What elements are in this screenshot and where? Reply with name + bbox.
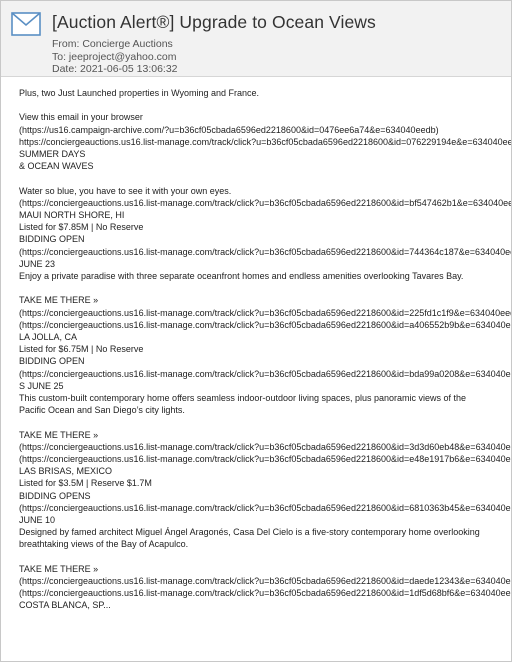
tracking-link[interactable]: (https://conciergeauctions.us16.list-man… <box>19 307 511 319</box>
tracking-link[interactable]: (https://conciergeauctions.us16.list-man… <box>19 319 511 331</box>
property-location: MAUI NORTH SHORE, HI <box>19 210 125 220</box>
bidding-status: BIDDING OPEN <box>19 356 85 367</box>
take-me-there-link[interactable]: TAKE ME THERE » <box>19 563 511 575</box>
tracking-link[interactable]: (https://conciergeauctions.us16.list-man… <box>19 453 511 465</box>
email-window: [Auction Alert®] Upgrade to Ocean Views … <box>0 0 512 662</box>
tracking-link[interactable]: (https://conciergeauctions.us16.list-man… <box>19 246 511 258</box>
property-description: This custom-built contemporary home offe… <box>19 393 467 416</box>
property-listed-price: Listed for $7.85M | No Reserve <box>19 222 144 233</box>
email-body: Plus, two Just Launched properties in Wy… <box>1 77 511 612</box>
property-location: LAS BRISAS, MEXICO <box>19 466 113 477</box>
tracking-link[interactable]: (https://conciergeauctions.us16.list-man… <box>19 502 511 514</box>
tracking-link[interactable]: (https://conciergeauctions.us16.list-man… <box>19 587 511 599</box>
envelope-icon <box>11 12 41 36</box>
property-description: Enjoy a private paradise with three sepa… <box>19 271 464 282</box>
tagline: Water so blue, you have to see it with y… <box>19 185 232 196</box>
bidding-date: JUNE 10 <box>19 515 56 526</box>
bidding-status: BIDDING OPENS <box>19 490 91 501</box>
view-in-browser-url[interactable]: (https://us16.campaign-archive.com/?u=b3… <box>19 124 511 136</box>
take-me-there-link[interactable]: TAKE ME THERE » <box>19 294 511 306</box>
property-listed-price: Listed for $6.75M | No Reserve <box>19 344 144 355</box>
email-meta: From: Concierge Auctions To: jeeproject@… <box>52 38 178 76</box>
email-header: [Auction Alert®] Upgrade to Ocean Views … <box>1 1 511 77</box>
take-me-there-link[interactable]: TAKE ME THERE » <box>19 429 511 441</box>
view-in-browser-link[interactable]: View this email in your browser <box>19 111 511 123</box>
bidding-date: JUNE 23 <box>19 258 56 269</box>
email-to: To: jeeproject@yahoo.com <box>52 50 177 63</box>
tracking-link[interactable]: (https://conciergeauctions.us16.list-man… <box>19 441 511 453</box>
property-listed-price: Listed for $3.5M | Reserve $1.7M <box>19 478 152 489</box>
tracking-link[interactable]: (https://conciergeauctions.us16.list-man… <box>19 197 511 209</box>
bidding-date: S JUNE 25 <box>19 380 64 391</box>
headline: & OCEAN WAVES <box>19 161 94 172</box>
headline: SUMMER DAYS <box>19 149 86 159</box>
bidding-status: BIDDING OPEN <box>19 234 85 245</box>
email-from: From: Concierge Auctions <box>52 38 173 50</box>
email-date: Date: 2021-06-05 13:06:32 <box>52 63 178 75</box>
property-description: Designed by famed architect Miguel Ángel… <box>19 527 480 550</box>
intro-text: Plus, two Just Launched properties in Wy… <box>19 88 260 98</box>
tracking-link[interactable]: (https://conciergeauctions.us16.list-man… <box>19 368 511 380</box>
property-location: COSTA BLANCA, SP... <box>19 600 111 611</box>
property-location: LA JOLLA, CA <box>19 332 78 343</box>
email-subject: [Auction Alert®] Upgrade to Ocean Views <box>52 12 376 32</box>
tracking-link[interactable]: (https://conciergeauctions.us16.list-man… <box>19 575 511 587</box>
tracking-link[interactable]: https://conciergeauctions.us16.list-mana… <box>19 136 511 148</box>
